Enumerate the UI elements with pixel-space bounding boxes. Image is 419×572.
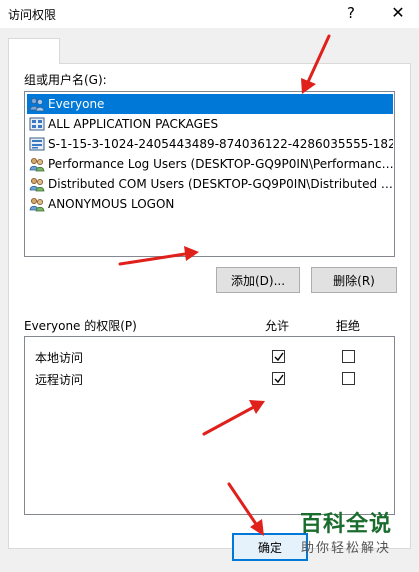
- list-item-anonymous-logon[interactable]: ANONYMOUS LOGON: [27, 194, 393, 214]
- user-name: Performance Log Users (DESKTOP-GQ9P0IN\P…: [48, 157, 393, 171]
- group-icon: [29, 178, 45, 192]
- capability-sid-icon: [29, 137, 45, 151]
- remove-button[interactable]: 删除(R): [311, 267, 397, 293]
- user-list[interactable]: Everyone ALL APPLICATION PACKAGES S-1-15…: [24, 91, 395, 257]
- allow-local-access-checkbox[interactable]: [272, 350, 285, 363]
- window-title: 访问权限: [8, 8, 57, 22]
- group-icon: [29, 198, 45, 212]
- permission-row-local-access: 本地访问: [35, 347, 83, 367]
- permissions-label: Everyone 的权限(P): [24, 319, 137, 333]
- user-name: ALL APPLICATION PACKAGES: [48, 117, 219, 131]
- permission-name: 远程访问: [35, 372, 84, 387]
- watermark: 百科全说 助你轻松解决: [286, 510, 406, 568]
- dialog-client: 组或用户名(G): Everyone ALL APPLICATION PACKA…: [0, 28, 419, 572]
- group-icon: [29, 158, 45, 172]
- user-name: Distributed COM Users (DESKTOP-GQ9P0IN\D…: [48, 177, 393, 191]
- list-item-distributed-com-users[interactable]: Distributed COM Users (DESKTOP-GQ9P0IN\D…: [27, 174, 393, 194]
- tab-panel: 组或用户名(G): Everyone ALL APPLICATION PACKA…: [8, 63, 411, 549]
- list-item-everyone[interactable]: Everyone: [27, 94, 393, 114]
- list-item-performance-log-users[interactable]: Performance Log Users (DESKTOP-GQ9P0IN\P…: [27, 154, 393, 174]
- deny-remote-access-checkbox[interactable]: [342, 372, 355, 385]
- permission-list: 本地访问 远程访问: [24, 336, 395, 515]
- list-item-capability-sid[interactable]: S-1-15-3-1024-2405443489-874036122-42860…: [27, 134, 393, 154]
- check-icon: [274, 374, 284, 384]
- allow-remote-access-checkbox[interactable]: [272, 372, 285, 385]
- group-icon: [29, 98, 45, 112]
- allow-column-header: 允许: [265, 319, 290, 333]
- title-bar: 访问权限 ? ✕: [0, 0, 419, 28]
- help-button[interactable]: ?: [340, 2, 362, 24]
- deny-local-access-checkbox[interactable]: [342, 350, 355, 363]
- close-button[interactable]: ✕: [384, 2, 412, 24]
- deny-column-header: 拒绝: [336, 319, 361, 333]
- user-name: Everyone: [48, 97, 105, 111]
- add-button[interactable]: 添加(D)...: [216, 267, 300, 293]
- permission-row-remote-access: 远程访问: [35, 369, 83, 389]
- watermark-title: 百科全说: [299, 512, 392, 537]
- user-name: S-1-15-3-1024-2405443489-874036122-42860…: [48, 137, 393, 151]
- user-name: ANONYMOUS LOGON: [48, 197, 175, 211]
- check-icon: [274, 352, 284, 362]
- watermark-subtitle: 助你轻松解决: [300, 541, 391, 556]
- app-packages-icon: [29, 117, 45, 131]
- list-item-all-application-packages[interactable]: ALL APPLICATION PACKAGES: [27, 114, 393, 134]
- users-label: 组或用户名(G):: [24, 73, 107, 87]
- tab-security[interactable]: [8, 38, 60, 64]
- permission-name: 本地访问: [35, 350, 84, 365]
